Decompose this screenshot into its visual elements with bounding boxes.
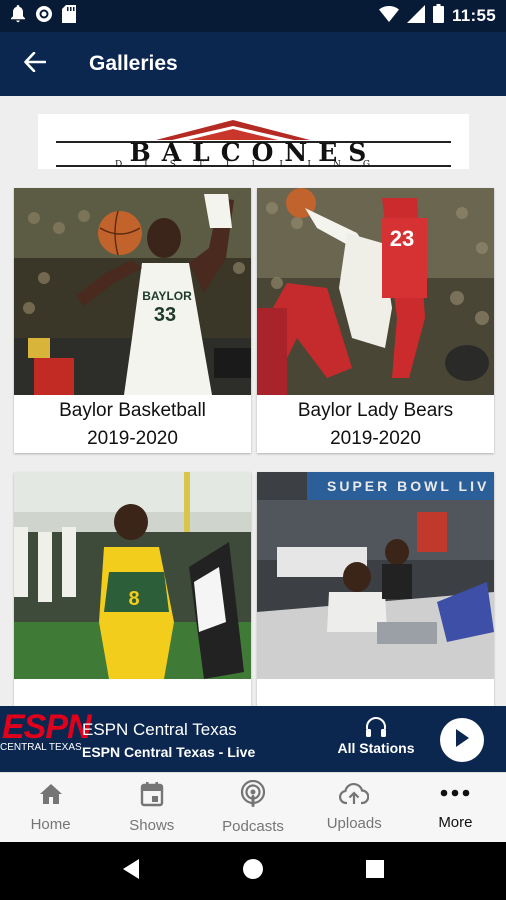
nav-item-more[interactable]: More: [405, 773, 506, 842]
station-subtitle: ESPN Central Texas - Live: [82, 744, 256, 760]
battery-icon: [432, 4, 444, 28]
system-navigation-bar: [0, 842, 506, 900]
gallery-title-line1: Baylor Basketball: [59, 400, 206, 421]
station-title: ESPN Central Texas: [82, 720, 237, 739]
gallery-title: Baylor Basketball 2019-2020: [14, 395, 251, 453]
all-stations-label: All Stations: [337, 740, 415, 756]
jersey-number-33: 33: [154, 304, 176, 326]
gallery-thumbnail: 8: [14, 472, 251, 679]
gallery-thumbnail: BAYLOR 33: [14, 188, 251, 395]
system-recents-button[interactable]: [365, 859, 385, 884]
app-bar: Galleries: [0, 32, 506, 96]
gallery-card-lady-bears[interactable]: 23 Baylor Lady Bears 2019-2020: [257, 188, 494, 453]
back-button[interactable]: [0, 32, 70, 96]
gallery-title-line2: 2019-2020: [330, 428, 421, 449]
nav-label: Uploads: [326, 815, 382, 832]
nav-label: More: [438, 813, 473, 831]
nav-label: Podcasts: [222, 818, 284, 835]
system-home-button[interactable]: [242, 858, 264, 885]
gallery-card-basketball[interactable]: BAYLOR 33 Baylor Basketball 2019-2020: [14, 188, 251, 453]
page-title: Galleries: [89, 52, 178, 75]
all-stations-button[interactable]: All Stations: [330, 716, 422, 756]
nav-item-uploads[interactable]: Uploads: [304, 773, 405, 842]
sd-card-icon: [62, 4, 76, 28]
cloud-upload-icon: [339, 782, 370, 809]
more-horizontal-icon: [440, 785, 470, 802]
gallery-thumbnail: SUPER BOWL LIV: [257, 472, 494, 679]
wifi-icon: [378, 5, 399, 27]
notification-bell-icon: [10, 4, 26, 28]
play-icon: [453, 728, 471, 753]
gallery-title-line1: Baylor Lady Bears: [297, 400, 454, 421]
gallery-title: Baylor Lady Bears 2019-2020: [257, 395, 494, 453]
sync-circle-icon: [35, 5, 53, 28]
gallery-thumbnail: 23: [257, 188, 494, 395]
system-back-button[interactable]: [121, 858, 141, 885]
gallery-title: [257, 679, 494, 681]
jersey-text-baylor: BAYLOR: [142, 289, 192, 303]
bottom-navigation: Home Shows Podcasts Uploads More: [0, 772, 506, 842]
sponsor-subtitle: DISTILLING: [114, 160, 393, 170]
signal-icon: [406, 4, 425, 28]
sponsor-banner[interactable]: BALCONES DISTILLING: [38, 114, 469, 170]
svg-text:8: 8: [128, 588, 139, 610]
nav-item-podcasts[interactable]: Podcasts: [202, 773, 303, 842]
gallery-content[interactable]: BALCONES DISTILLING BAYLOR 33 Baylor Bas…: [0, 96, 506, 706]
podcast-icon: [240, 779, 266, 812]
now-playing-bar[interactable]: ESPN CENTRAL TEXAS ESPN Central Texas ES…: [0, 706, 506, 772]
gallery-title: [14, 679, 251, 681]
gallery-card-football[interactable]: 8: [14, 472, 251, 706]
home-icon: [38, 782, 64, 810]
gallery-title-line2: 2019-2020: [87, 428, 178, 449]
jersey-number-23: 23: [390, 226, 414, 251]
nav-label: Home: [30, 816, 71, 833]
status-bar: 11:55: [0, 0, 506, 32]
super-bowl-sign: SUPER BOWL LIV: [327, 478, 489, 494]
gallery-card-super-bowl[interactable]: SUPER BOWL LIV: [257, 472, 494, 706]
play-button[interactable]: [440, 718, 484, 762]
nav-item-shows[interactable]: Shows: [101, 773, 202, 842]
station-logo: ESPN CENTRAL TEXAS: [0, 706, 92, 772]
nav-item-home[interactable]: Home: [0, 773, 101, 842]
arrow-back-icon: [24, 51, 47, 77]
espn-logo-subtitle: CENTRAL TEXAS: [0, 742, 82, 753]
calendar-icon: [140, 781, 164, 811]
nav-label: Shows: [129, 817, 175, 834]
headphones-icon: [330, 716, 422, 740]
status-time: 11:55: [451, 6, 496, 25]
